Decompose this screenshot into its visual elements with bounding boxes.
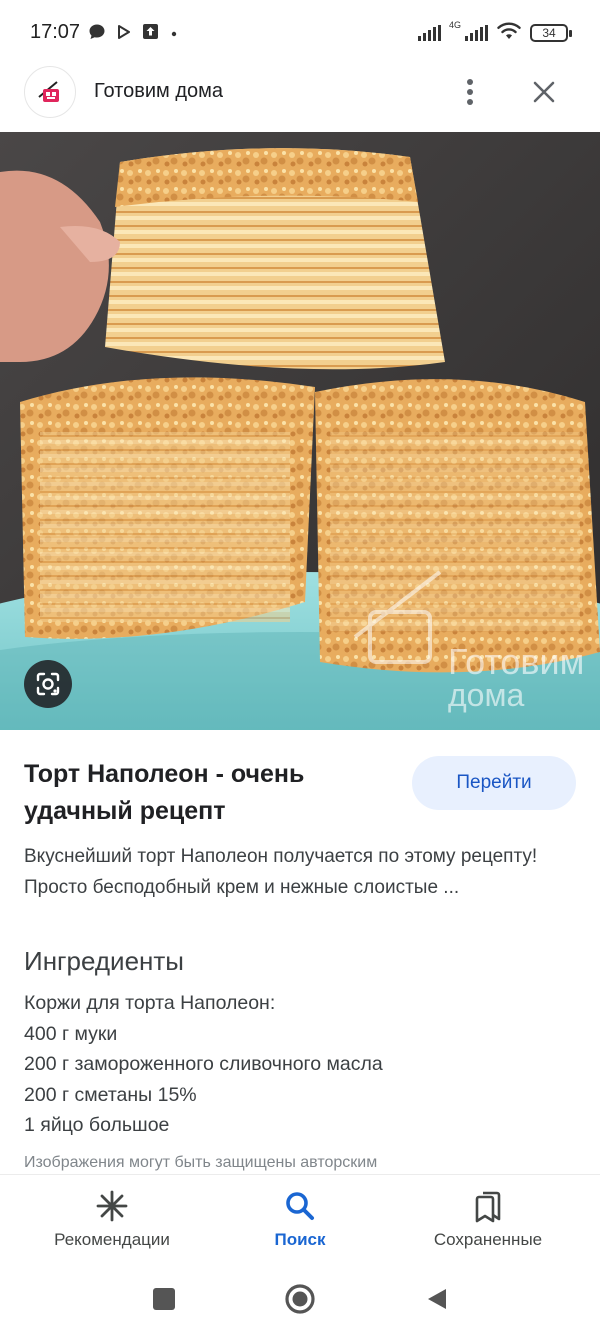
copyright-note: Изображения могут быть защищены авторски… [24,1154,378,1171]
watermark-line2: дома [448,677,524,713]
nav-label-recommendations: Рекомендации [54,1230,170,1249]
site-title: Готовим дома [94,80,224,102]
home-circle-icon[interactable] [283,1282,317,1316]
nav-label-saved: Сохраненные [433,1230,543,1249]
status-right-icons: 4G 34 [417,20,572,46]
nav-item-search[interactable]: Поиск [200,1187,400,1259]
network-type-label: 4G [448,20,461,30]
close-icon[interactable] [524,72,564,112]
more-vert-icon[interactable] [455,72,485,112]
result-title[interactable]: Торт Наполеон - очень удачный рецепт [24,756,384,830]
lens-camera-icon[interactable] [24,660,72,708]
list-item: 200 г замороженного сливочного масла [24,1053,383,1075]
asterisk-icon [95,1187,129,1225]
cake-photo: Готовим дома [0,132,600,730]
battery-icon: 34 [530,24,572,42]
wifi-icon [496,21,522,46]
bottom-nav: Рекомендации Поиск Сохраненные [0,1174,600,1266]
bookmarks-icon [473,1187,503,1225]
nav-item-recommendations[interactable]: Рекомендации [12,1187,212,1259]
nav-item-saved[interactable]: Сохраненные [388,1187,588,1259]
system-nav [0,1266,600,1332]
go-button[interactable]: Перейти [412,756,576,810]
chat-bubble-icon [88,23,106,46]
nav-label-search: Поиск [274,1230,326,1249]
search-icon [284,1187,316,1225]
signal-icon [417,25,441,41]
status-time: 17:07 [30,21,81,43]
list-item: 200 г сметаны 15% [24,1083,197,1106]
hero-image[interactable]: Готовим дома [0,132,600,730]
app-header: Готовим дома [0,66,600,132]
recents-square-icon[interactable] [147,1282,181,1316]
dot-icon [170,25,178,43]
status-bar: 17:07 4G 34 [0,0,600,66]
status-left-icons [88,24,178,44]
watermark-line1: Готовим [448,641,584,682]
upload-icon [142,23,159,45]
list-item: 400 г муки [24,1022,118,1045]
back-triangle-icon[interactable] [420,1282,454,1316]
signal-4g-icon [465,25,488,41]
site-logo[interactable] [24,66,76,118]
list-item: Коржи для торта Наполеон: [24,992,276,1014]
ingredients-heading: Ингредиенты [24,946,184,976]
list-item: 1 яйцо большое [24,1114,170,1136]
result-description: Вкуснейший торт Наполеон получается по э… [24,846,538,898]
play-store-icon [117,24,131,44]
site-logo-icon [38,81,59,102]
ingredients-list: Коржи для торта Наполеон: 400 г муки 200… [24,988,383,1141]
